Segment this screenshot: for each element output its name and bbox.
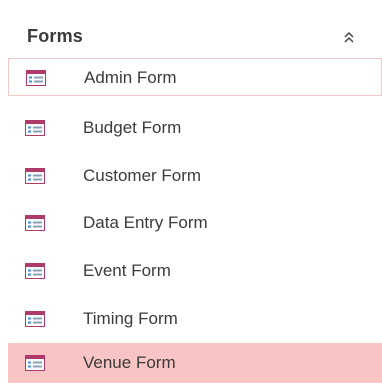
nav-item-event-form[interactable]: Event Form xyxy=(8,252,382,290)
form-icon xyxy=(25,168,45,184)
form-icon xyxy=(25,355,45,371)
nav-item-budget-form[interactable]: Budget Form xyxy=(8,109,382,147)
nav-item-label: Venue Form xyxy=(83,353,176,372)
group-title: Forms xyxy=(27,26,84,46)
nav-item-data-entry-form[interactable]: Data Entry Form xyxy=(8,204,382,242)
nav-item-label: Budget Form xyxy=(83,118,182,137)
nav-item-admin-form[interactable]: Admin Form xyxy=(8,58,382,96)
nav-item-venue-form[interactable]: Venue Form xyxy=(8,343,382,383)
nav-item-label: Timing Form xyxy=(83,309,178,328)
form-icon xyxy=(25,215,45,231)
nav-item-customer-form[interactable]: Customer Form xyxy=(8,157,382,195)
nav-item-label: Data Entry Form xyxy=(83,213,208,232)
nav-item-label: Event Form xyxy=(83,261,171,280)
form-icon xyxy=(26,70,46,86)
nav-item-label: Admin Form xyxy=(84,68,177,87)
form-icon xyxy=(25,120,45,136)
double-chevron-up-icon[interactable] xyxy=(342,30,356,44)
navigation-pane: Forms Admin Form Budget Form Customer Fo… xyxy=(0,0,382,389)
nav-item-label: Customer Form xyxy=(83,166,202,185)
nav-item-timing-form[interactable]: Timing Form xyxy=(8,300,382,338)
forms-group-header[interactable]: Forms xyxy=(0,20,382,56)
form-icon xyxy=(25,263,45,279)
form-icon xyxy=(25,311,45,327)
